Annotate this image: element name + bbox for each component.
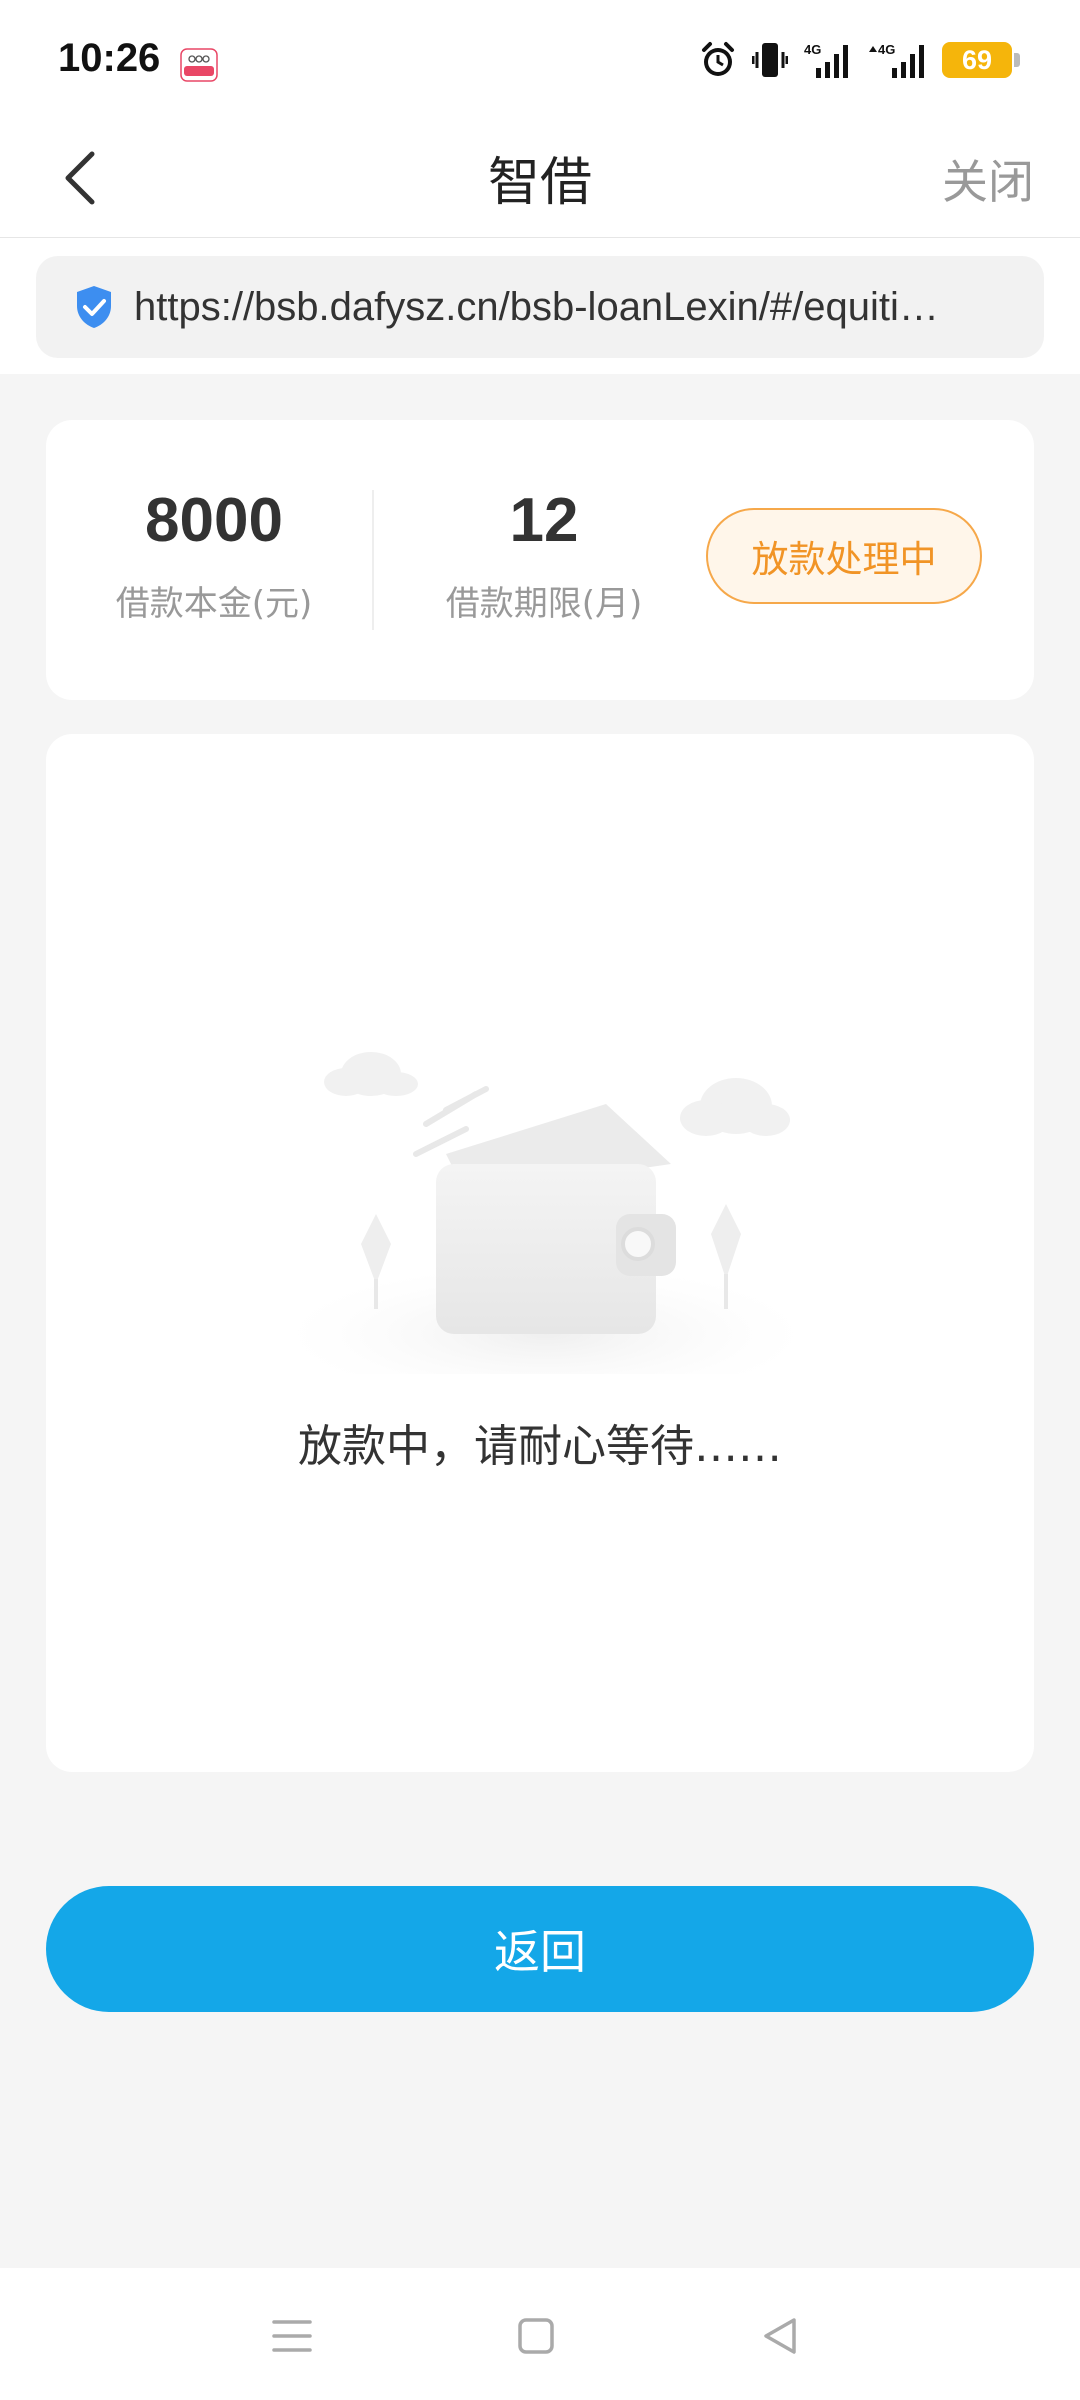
home-icon bbox=[518, 2318, 554, 2354]
url-strip: https://bsb.dafysz.cn/bsb-loanLexin/#/eq… bbox=[0, 238, 1080, 374]
page-title: 智借 bbox=[487, 153, 592, 213]
status-message: 放款中，请耐心等待…… bbox=[298, 1421, 782, 1472]
system-back-button[interactable] bbox=[750, 2306, 810, 2366]
wallet-illustration bbox=[286, 1052, 806, 1374]
battery-icon: 69 bbox=[942, 42, 1020, 78]
status-card: 放款中，请耐心等待…… bbox=[46, 734, 1034, 1772]
oppo-app-icon bbox=[180, 48, 218, 82]
status-badge: 放款处理中 bbox=[706, 508, 982, 604]
status-bar: 10:26 4G 4G 69 bbox=[0, 0, 1080, 118]
shield-check-icon bbox=[77, 286, 111, 328]
term-label: 借款期限(月) bbox=[445, 584, 643, 624]
menu-icon bbox=[272, 2320, 312, 2352]
network-label-2: 4G bbox=[878, 42, 895, 57]
url-bar[interactable]: https://bsb.dafysz.cn/bsb-loanLexin/#/eq… bbox=[36, 256, 1044, 358]
term-block: 12 借款期限(月) bbox=[384, 490, 704, 625]
menu-button[interactable] bbox=[262, 2306, 322, 2366]
alarm-icon bbox=[702, 42, 734, 76]
status-icons: 4G 4G 69 bbox=[698, 38, 1020, 82]
principal-block: 8000 借款本金(元) bbox=[54, 490, 374, 625]
summary-divider bbox=[372, 490, 374, 630]
back-triangle-icon bbox=[764, 2318, 796, 2354]
cloud-right-icon bbox=[680, 1078, 790, 1136]
term-value: 12 bbox=[509, 486, 579, 555]
cloud-left-icon bbox=[324, 1052, 418, 1096]
nav-bar: 智借 关闭 bbox=[0, 118, 1080, 238]
principal-value: 8000 bbox=[145, 486, 283, 555]
system-nav-bar bbox=[0, 2268, 1080, 2400]
principal-label: 借款本金(元) bbox=[115, 584, 313, 624]
vibrate-icon bbox=[752, 43, 788, 77]
close-button[interactable]: 关闭 bbox=[942, 146, 1034, 212]
url-text: https://bsb.dafysz.cn/bsb-loanLexin/#/eq… bbox=[134, 284, 939, 329]
home-button[interactable] bbox=[506, 2306, 566, 2366]
signal-4g-icon: 4G bbox=[869, 42, 924, 78]
signal-4g-icon: 4G bbox=[804, 42, 848, 78]
battery-level: 69 bbox=[961, 44, 993, 75]
loan-summary-card: 8000 借款本金(元) 12 借款期限(月) 放款处理中 bbox=[46, 420, 1034, 700]
status-time: 10:26 bbox=[58, 36, 161, 80]
return-button[interactable]: 返回 bbox=[46, 1886, 1034, 2012]
network-label-1: 4G bbox=[804, 42, 821, 57]
